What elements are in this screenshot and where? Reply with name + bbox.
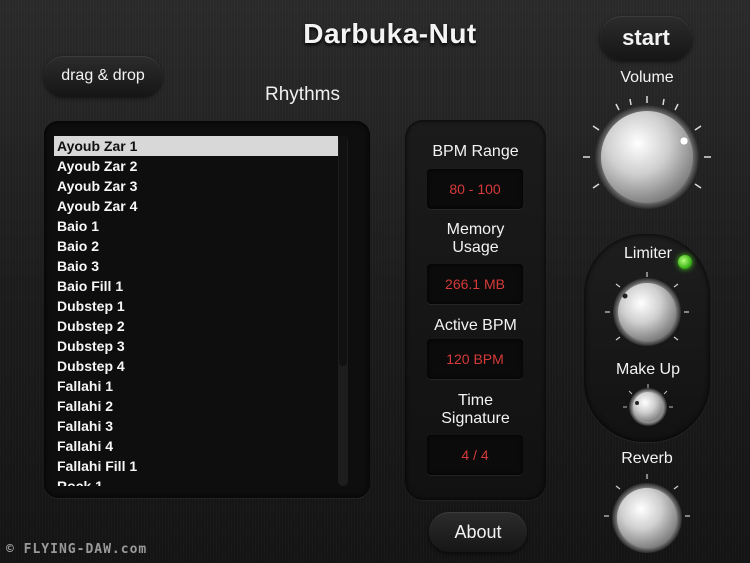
scrollbar-thumb[interactable] (339, 136, 347, 366)
bpm-range-label: BPM Range (432, 143, 519, 160)
rhythm-item[interactable]: Baio 3 (54, 256, 338, 276)
time-signature-label-line2: Signature (441, 410, 510, 427)
rhythm-item[interactable]: Dubstep 4 (54, 356, 338, 376)
rhythm-item[interactable]: Baio Fill 1 (54, 276, 338, 296)
active-bpm-label: Active BPM (434, 317, 517, 334)
app-title: Darbuka-Nut (303, 18, 477, 49)
rhythm-item[interactable]: Fallahi 1 (54, 376, 338, 396)
volume-label: Volume (620, 69, 674, 86)
rhythm-item[interactable]: Dubstep 2 (54, 316, 338, 336)
active-bpm-value: 120 BPM (427, 339, 523, 379)
makeup-knob[interactable] (620, 382, 676, 432)
makeup-label: Make Up (615, 361, 681, 378)
memory-usage-value: 266.1 MB (427, 264, 523, 304)
rhythm-list[interactable]: Ayoub Zar 1 Ayoub Zar 2 Ayoub Zar 3 Ayou… (54, 136, 338, 486)
drag-and-drop-button[interactable]: drag & drop (44, 56, 162, 96)
reverb-knob[interactable] (598, 472, 696, 560)
rhythm-list-scrollbar[interactable] (338, 136, 348, 486)
rhythm-item[interactable]: Fallahi 4 (54, 436, 338, 456)
rhythm-list-panel: Ayoub Zar 1 Ayoub Zar 2 Ayoub Zar 3 Ayou… (44, 121, 370, 498)
limiter-knob[interactable] (599, 270, 695, 356)
volume-knob[interactable] (574, 92, 720, 222)
rhythm-item[interactable]: Dubstep 1 (54, 296, 338, 316)
reverb-label: Reverb (621, 450, 673, 467)
limiter-led-indicator[interactable] (678, 255, 692, 269)
rhythms-heading: Rhythms (265, 84, 340, 105)
memory-label-line2: Usage (452, 239, 499, 256)
rhythm-item[interactable]: Fallahi 2 (54, 396, 338, 416)
memory-label-line1: Memory (446, 221, 505, 238)
start-button[interactable]: start (600, 16, 692, 60)
rhythm-item[interactable]: Ayoub Zar 4 (54, 196, 338, 216)
rhythm-item[interactable]: Dubstep 3 (54, 336, 338, 356)
watermark: © FLYING-DAW.com (6, 542, 148, 557)
time-signature-value: 4 / 4 (427, 435, 523, 475)
rhythm-item[interactable]: Baio 1 (54, 216, 338, 236)
rhythm-item[interactable]: Rock 1 (54, 476, 338, 486)
rhythm-item[interactable]: Fallahi 3 (54, 416, 338, 436)
rhythm-item[interactable]: Ayoub Zar 3 (54, 176, 338, 196)
rhythm-item[interactable]: Fallahi Fill 1 (54, 456, 338, 476)
about-button[interactable]: About (429, 512, 527, 552)
rhythm-item[interactable]: Baio 2 (54, 236, 338, 256)
bpm-range-value: 80 - 100 (427, 169, 523, 209)
rhythm-item[interactable]: Ayoub Zar 2 (54, 156, 338, 176)
info-panel: BPM Range 80 - 100 Memory Usage 266.1 MB… (405, 120, 546, 500)
rhythm-item-selected[interactable]: Ayoub Zar 1 (54, 136, 338, 156)
time-signature-label-line1: Time (458, 392, 493, 409)
